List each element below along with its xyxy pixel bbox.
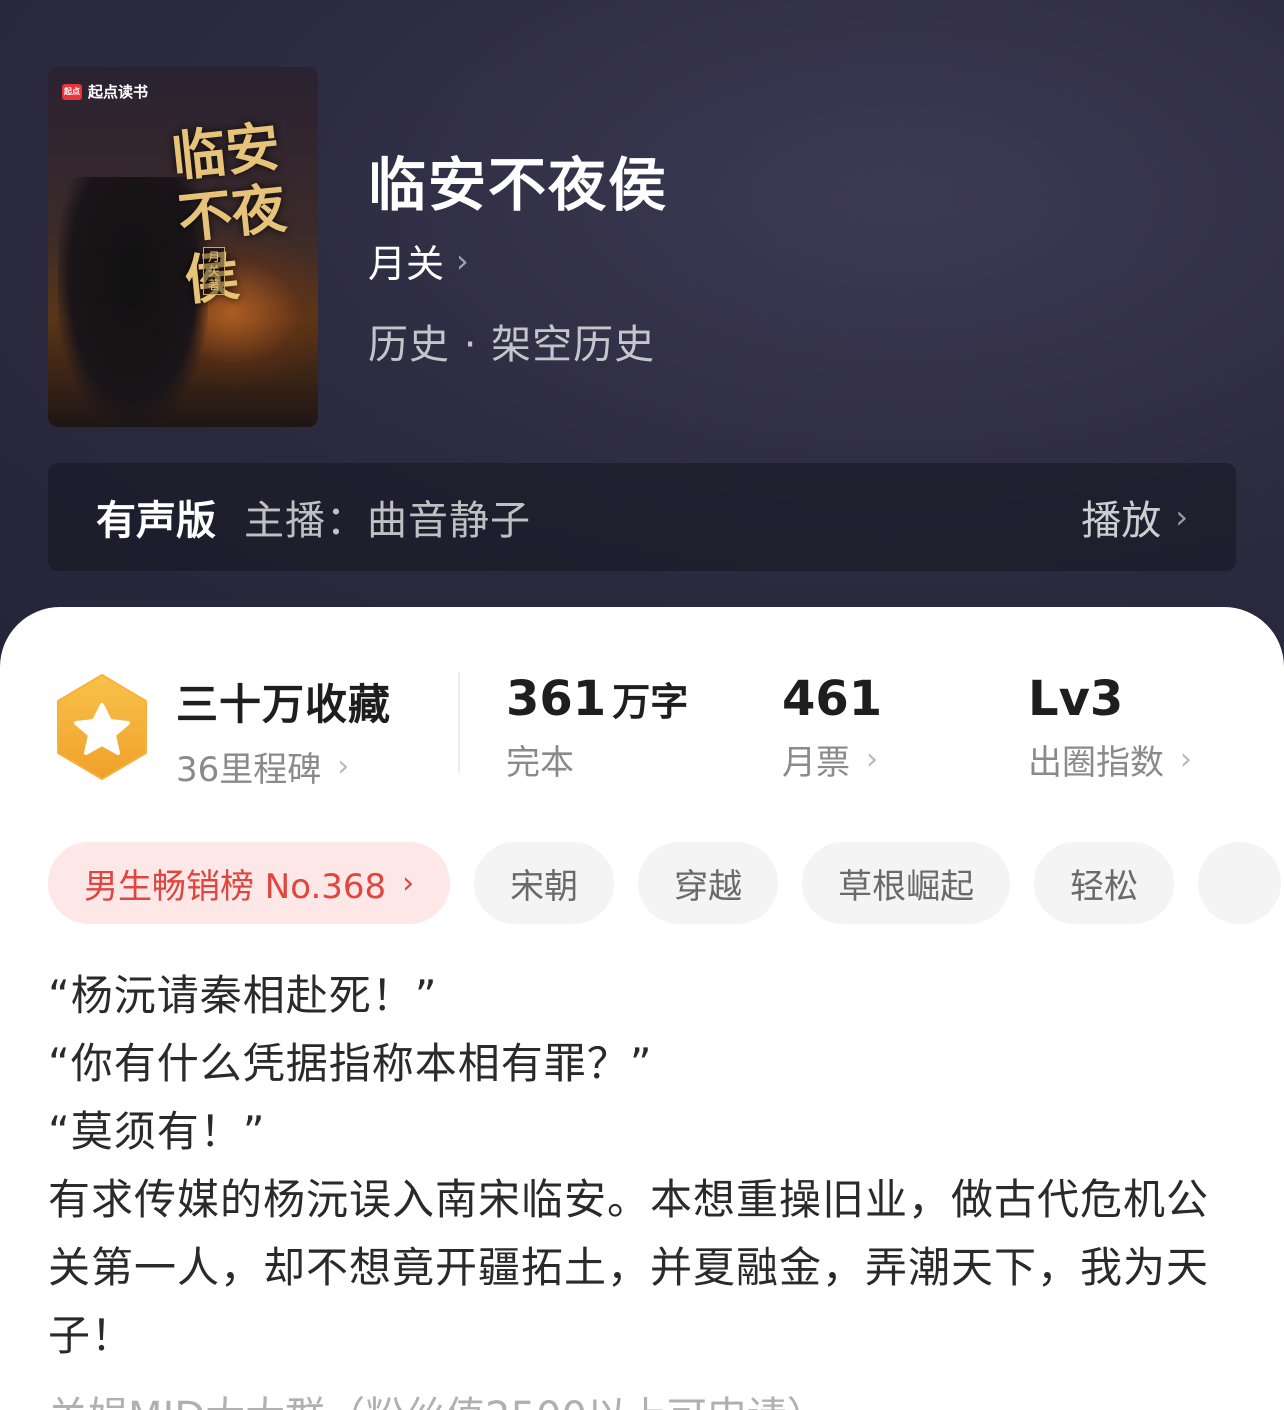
synopsis-line: “莫须有！”: [48, 1107, 266, 1156]
star-badge-icon: [57, 674, 147, 780]
audio-version-bar[interactable]: 有声版 主播：曲音静子 播放 ›: [48, 463, 1236, 571]
tag-chip[interactable]: 轻松: [1034, 842, 1175, 924]
cover-author-stamp: 月关著: [203, 247, 225, 295]
tag-chip-partial[interactable]: [1198, 842, 1281, 924]
chevron-right-icon: ›: [1180, 742, 1192, 777]
tag-chip[interactable]: 穿越: [638, 842, 779, 924]
stats-divider: [458, 673, 460, 773]
play-label: 播放: [1081, 498, 1162, 544]
stats-row: 三十万收藏 36里程碑 › 361 万字 完本 461 月票 › Lv3 出圈指…: [0, 667, 1284, 797]
monthly-ticket-label: 月票: [782, 743, 850, 783]
cover-title: 临安不夜侯: [168, 114, 290, 313]
monthly-ticket-stat[interactable]: 461 月票 ›: [782, 671, 882, 784]
popularity-label: 出圈指数: [1028, 743, 1164, 783]
chevron-right-icon: ›: [402, 865, 415, 901]
tag-row: 男生畅销榜 No.368 › 宋朝 穿越 草根崛起 轻松: [48, 842, 1284, 924]
synopsis-line: 有求传媒的杨沅误入南宋临安。本想重操旧业，做古代危机公关第一人，却不想竟开疆拓土…: [48, 1175, 1210, 1360]
cover-brand-label: 起点读书: [88, 83, 149, 101]
tag-chip[interactable]: 草根崛起: [802, 842, 1011, 924]
synopsis-line: “杨沅请秦相赴死！”: [48, 971, 438, 1020]
ranking-tag[interactable]: 男生畅销榜 No.368 ›: [48, 842, 451, 924]
book-info-card: 三十万收藏 36里程碑 › 361 万字 完本 461 月票 › Lv3 出圈指…: [0, 607, 1284, 1410]
collection-stat[interactable]: 三十万收藏 36里程碑 ›: [176, 671, 391, 791]
ranking-label: 男生畅销榜 No.368: [84, 866, 387, 907]
word-count-unit: 万字: [612, 680, 689, 724]
cover-brand: 起点 起点读书: [62, 81, 148, 102]
tag-chip[interactable]: 宋朝: [474, 842, 615, 924]
word-count-stat: 361 万字 完本: [506, 671, 688, 784]
completion-status: 完本: [506, 743, 574, 783]
chevron-right-icon: ›: [866, 742, 878, 777]
book-cover[interactable]: 起点 起点读书 临安不夜侯 月关著: [48, 67, 318, 427]
chevron-right-icon: ›: [337, 749, 350, 784]
chevron-right-icon: ›: [1175, 498, 1188, 536]
synopsis-line: “你有什么凭据指称本相有罪？”: [48, 1039, 653, 1088]
book-synopsis[interactable]: “杨沅请秦相赴死！” “你有什么凭据指称本相有罪？” “莫须有！” 有求传媒的杨…: [48, 962, 1228, 1370]
play-button[interactable]: 播放 ›: [1081, 488, 1188, 546]
book-header: 起点 起点读书 临安不夜侯 月关著 临安不夜侯 月关 › 历史 · 架空历史 有…: [0, 0, 1284, 660]
book-genre[interactable]: 历史 · 架空历史: [368, 312, 655, 370]
chevron-right-icon: ›: [456, 241, 469, 280]
book-title: 临安不夜侯: [368, 151, 669, 219]
audio-host: 主播：曲音静子: [244, 498, 531, 544]
word-count-value: 361: [506, 671, 607, 727]
collection-count: 三十万收藏: [176, 680, 392, 729]
author-link[interactable]: 月关 ›: [368, 233, 469, 288]
audio-label: 有声版: [96, 498, 216, 544]
popularity-index-stat[interactable]: Lv3 出圈指数 ›: [1028, 671, 1192, 784]
qidian-logo-icon: 起点: [62, 83, 82, 100]
monthly-ticket-value: 461: [782, 671, 883, 727]
milestone-label: 36里程碑: [176, 750, 322, 790]
popularity-level: Lv3: [1028, 671, 1124, 727]
synopsis-cut-line: 关娟MID大大群（粉丝值2500以上可申请）: [48, 1387, 1228, 1410]
author-name: 月关: [368, 242, 445, 286]
